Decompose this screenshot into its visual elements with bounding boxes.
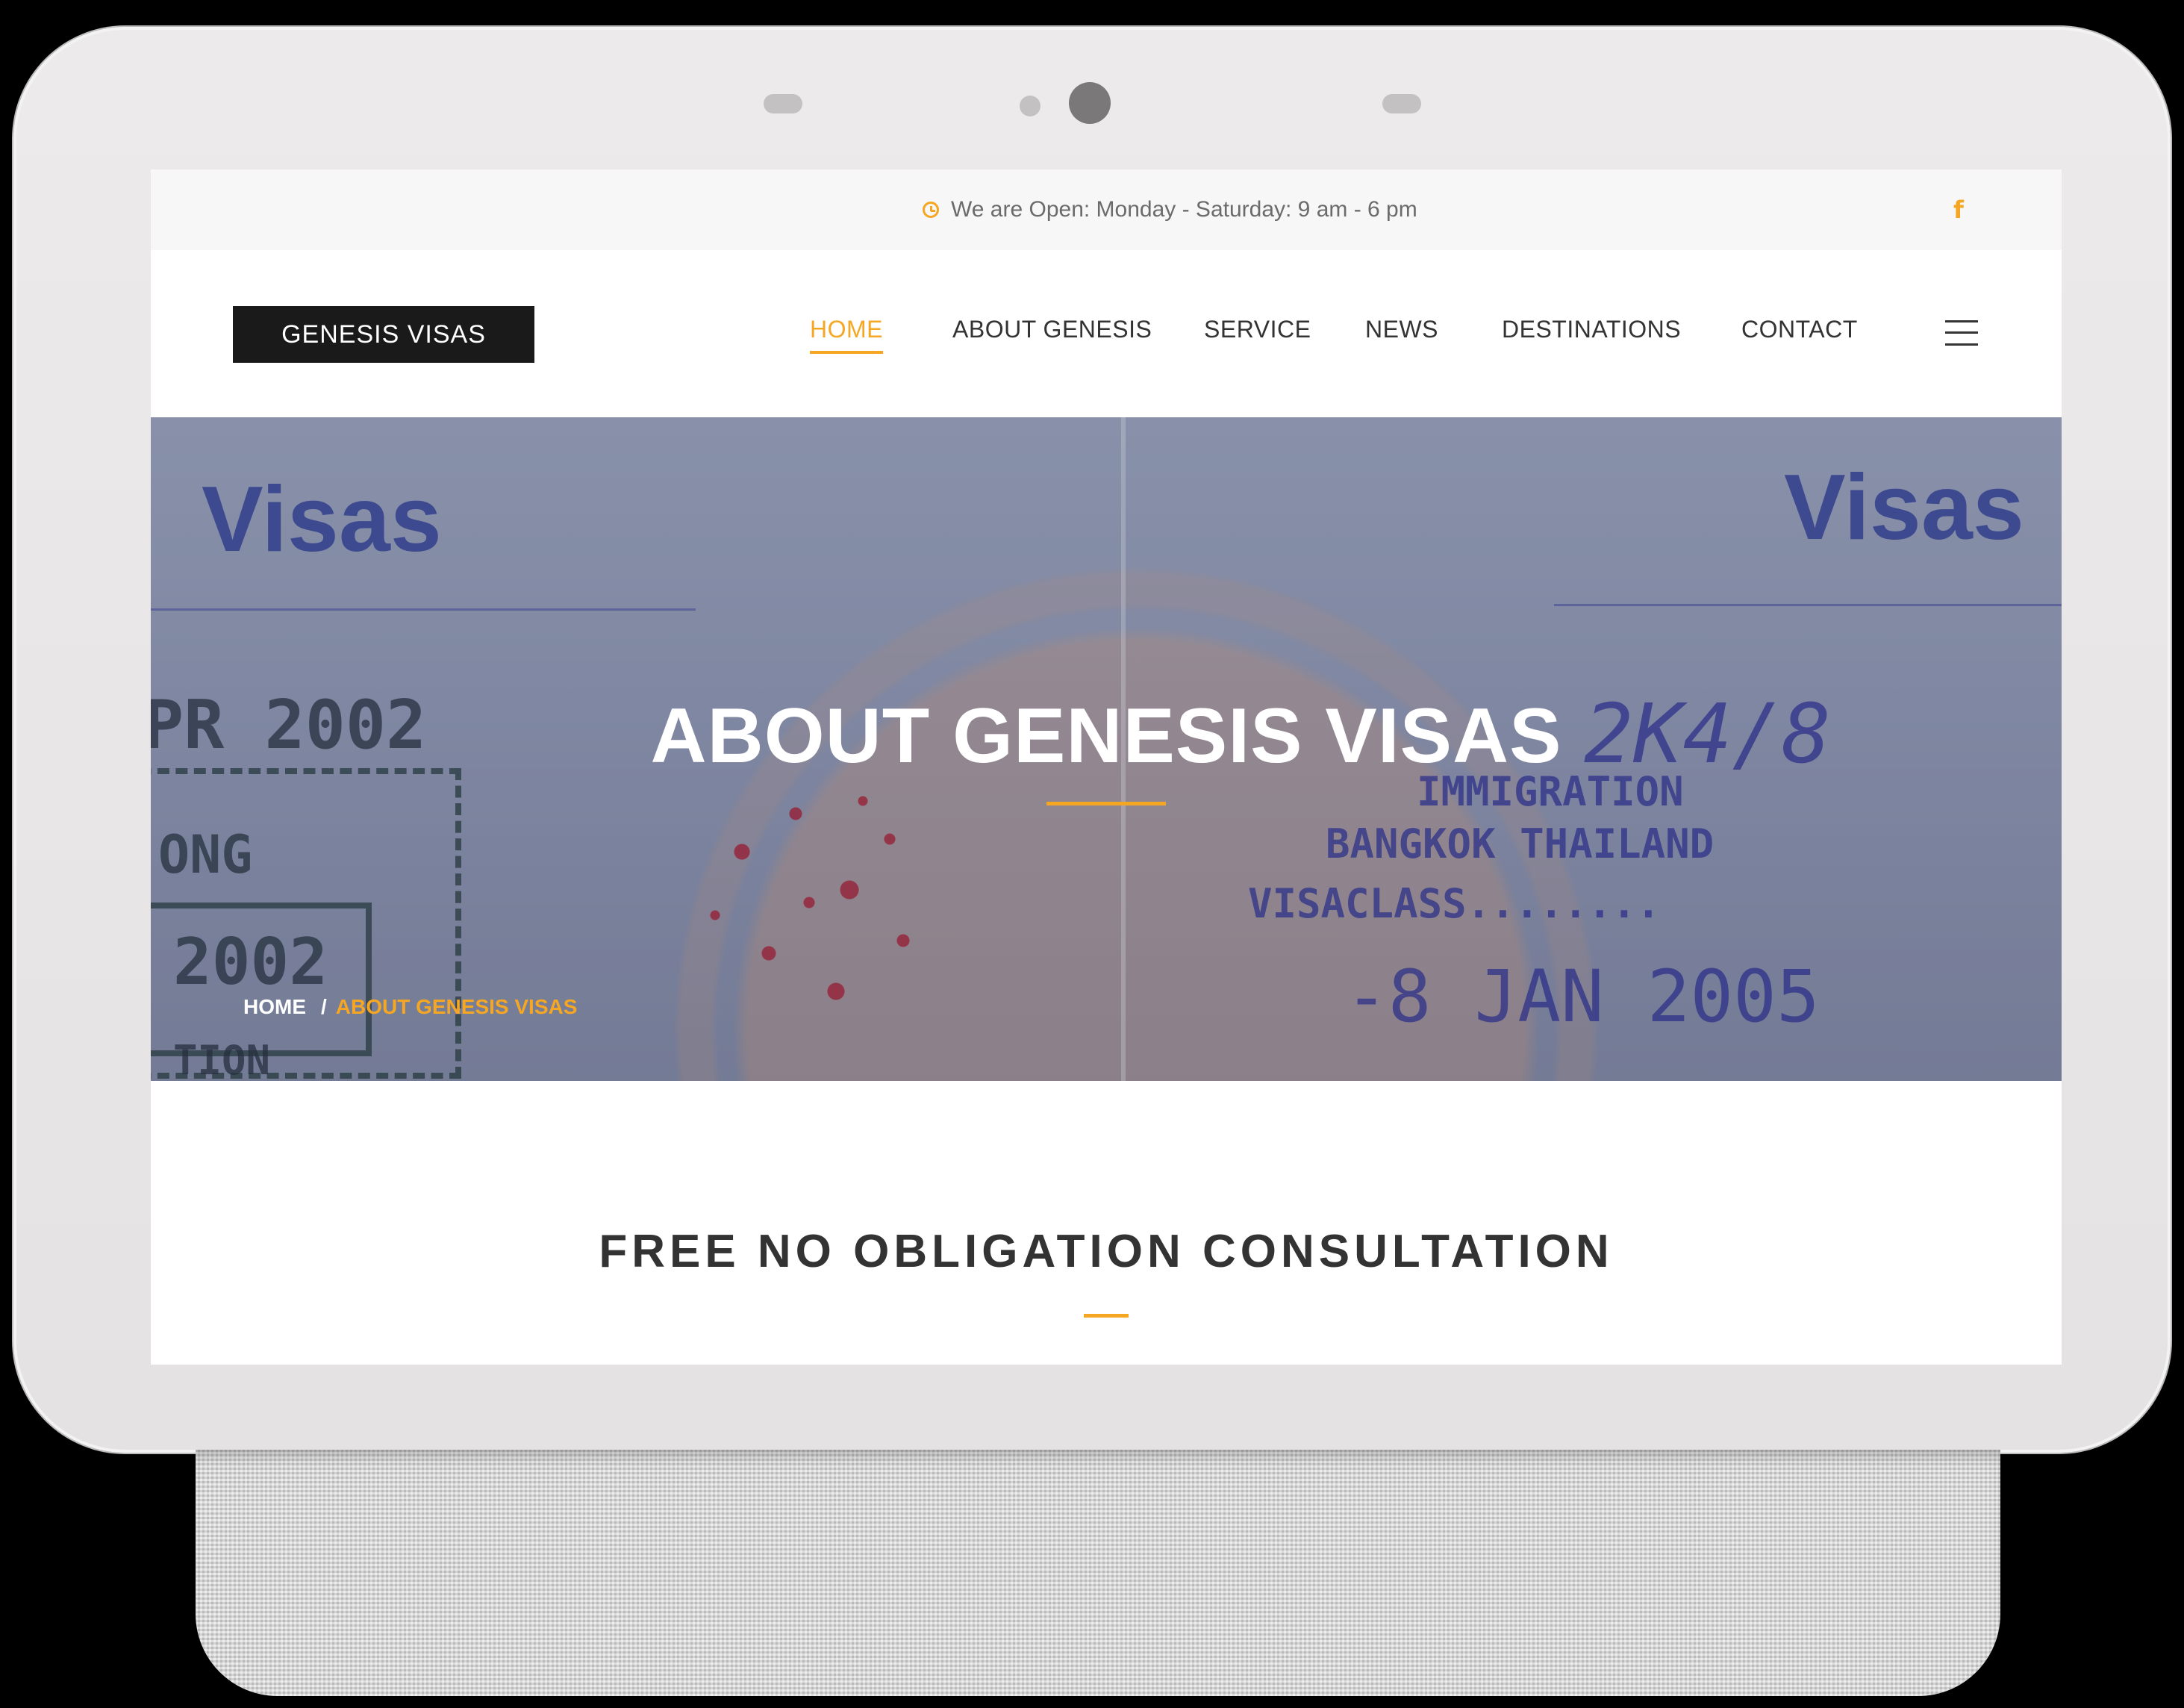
site-header: GENESIS VISAS HOME ABOUT GENESIS SERVICE…: [151, 250, 2062, 417]
page-title: ABOUT GENESIS VISAS: [650, 693, 1562, 779]
tablet-device-frame: We are Open: Monday - Saturday: 9 am - 6…: [13, 27, 2171, 1453]
device-camera: [1069, 82, 1111, 124]
hero-banner: Visas Visas PR 2002 ONG 2002 TION IMMIGR…: [151, 417, 2062, 1081]
device-sensor-left: [764, 94, 802, 113]
opening-hours-text: We are Open: Monday - Saturday: 9 am - 6…: [951, 197, 1417, 222]
nav-item-news[interactable]: NEWS: [1365, 316, 1438, 351]
breadcrumb-current: ABOUT GENESIS VISAS: [335, 995, 578, 1018]
nav-item-contact[interactable]: CONTACT: [1741, 316, 1858, 351]
facebook-icon[interactable]: f: [1950, 195, 1968, 225]
nav-item-about-genesis[interactable]: ABOUT GENESIS: [952, 316, 1152, 351]
clock-icon: [923, 202, 939, 218]
breadcrumb: HOME / ABOUT GENESIS VISAS: [243, 995, 577, 1019]
top-info-bar: We are Open: Monday - Saturday: 9 am - 6…: [151, 169, 2062, 250]
hamburger-menu-icon[interactable]: [1945, 320, 1978, 346]
page-title-underline: [1046, 802, 1166, 805]
main-nav: HOME ABOUT GENESIS SERVICE NEWS DESTINAT…: [151, 250, 2062, 417]
nav-item-destinations[interactable]: DESTINATIONS: [1502, 316, 1681, 351]
device-sensor-right: [1382, 94, 1421, 113]
section-title: FREE NO OBLIGATION CONSULTATION: [599, 1226, 1614, 1277]
breadcrumb-home-link[interactable]: HOME: [243, 995, 306, 1019]
opening-hours: We are Open: Monday - Saturday: 9 am - 6…: [923, 169, 1417, 250]
breadcrumb-separator: /: [321, 995, 327, 1018]
nav-item-service[interactable]: SERVICE: [1204, 316, 1311, 351]
fabric-speaker-base: [196, 1450, 2000, 1696]
device-screen: We are Open: Monday - Saturday: 9 am - 6…: [151, 169, 2062, 1365]
nav-item-home[interactable]: HOME: [810, 316, 883, 354]
section-title-underline: [1084, 1314, 1129, 1318]
device-sensor-dot: [1020, 96, 1040, 116]
